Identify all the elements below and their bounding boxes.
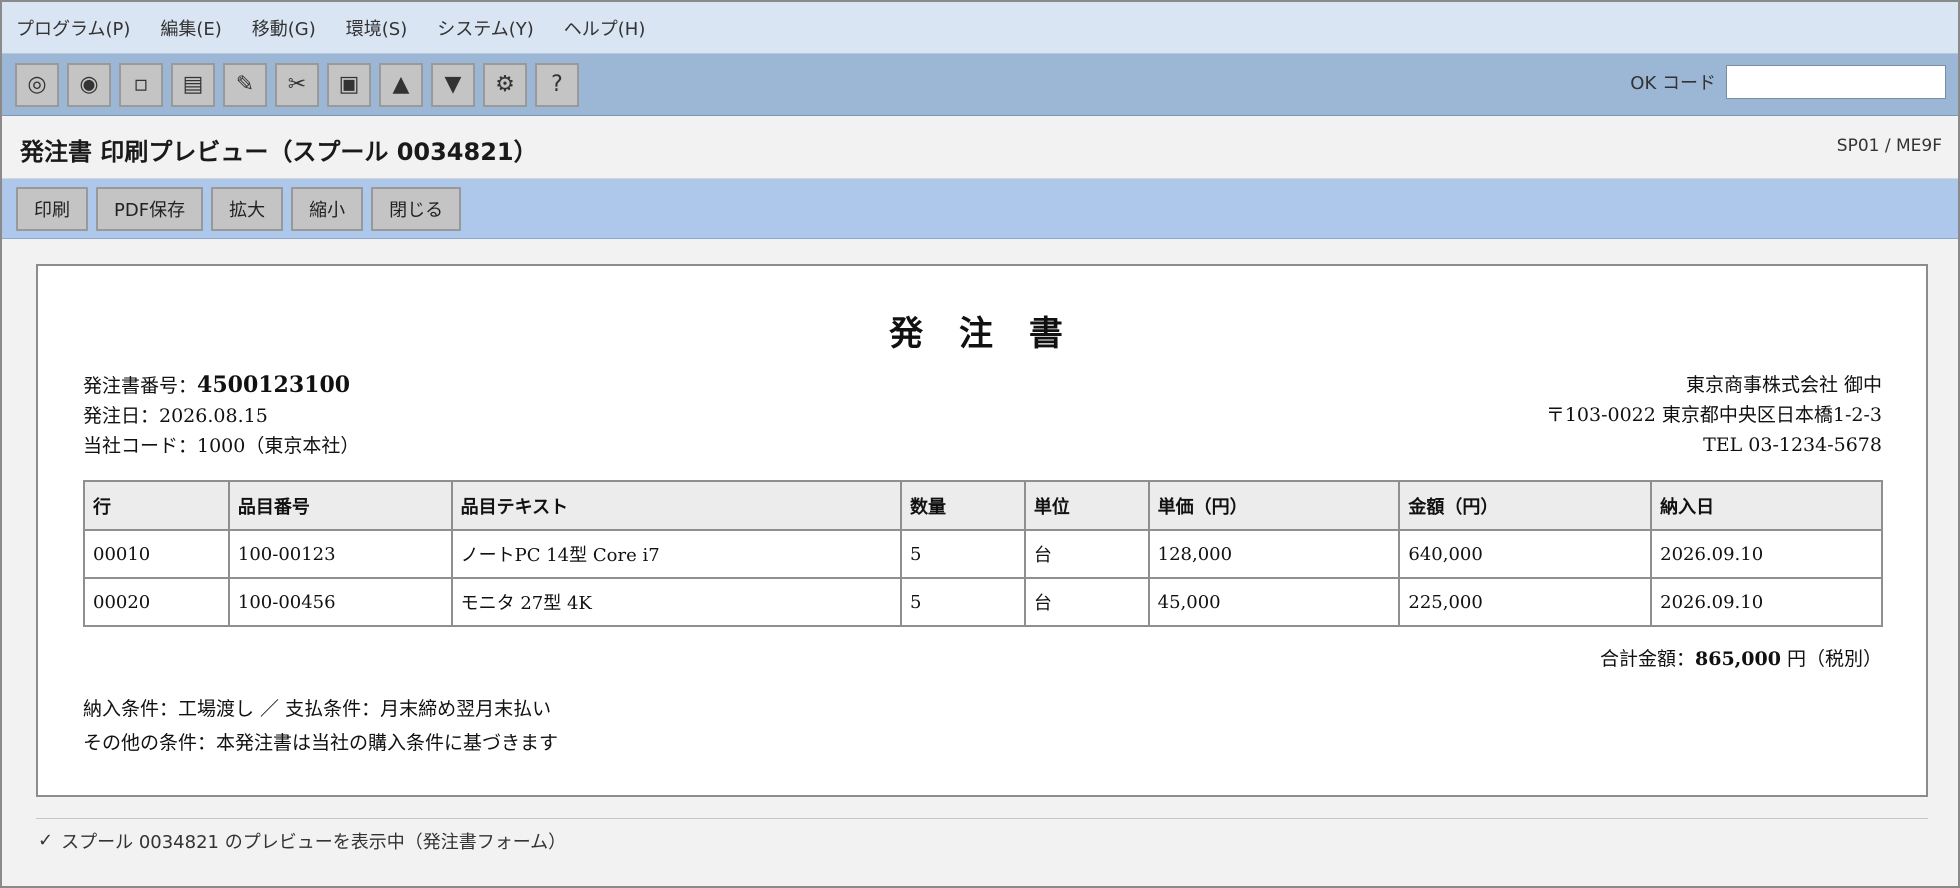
system-id: SP01 / ME9F bbox=[1836, 136, 1942, 156]
window-frame: プログラム(P) 編集(E) 移動(G) 環境(S) システム(Y) ヘルプ(H… bbox=[0, 0, 1960, 888]
menu-edit[interactable]: 編集(E) bbox=[160, 15, 221, 41]
col-material: 品目番号 bbox=[227, 480, 453, 531]
okcode-label: OK コード bbox=[1630, 73, 1716, 94]
menu-settings[interactable]: 環境(S) bbox=[346, 15, 407, 41]
print-button[interactable]: 印刷 bbox=[16, 186, 88, 231]
vendor-info: 東京商事株式会社 御中 〒103-0022 東京都中央区日本橋1-2-3 TEL… bbox=[1546, 370, 1882, 460]
cut-button[interactable]: ✂ bbox=[275, 62, 319, 107]
col-quantity: 数量 bbox=[899, 480, 1026, 531]
close-button[interactable]: 閉じる bbox=[371, 186, 462, 231]
cell-amount: 640,000 bbox=[1398, 529, 1653, 579]
list-icon: ▤ bbox=[182, 72, 204, 97]
po-label: 発注書番号： bbox=[83, 375, 198, 397]
page-down-button[interactable]: ▼ bbox=[431, 62, 475, 107]
save-button[interactable]: ◉ bbox=[67, 62, 111, 107]
gear-icon: ⚙ bbox=[495, 72, 515, 97]
cell-unit-price: 45,000 bbox=[1147, 577, 1401, 627]
page-title: 発注書 印刷プレビュー（スプール 0034821） bbox=[20, 138, 538, 166]
menu-goto[interactable]: 移動(G) bbox=[252, 15, 316, 41]
title-bar: 発注書 印刷プレビュー（スプール 0034821） SP01 / ME9F bbox=[2, 116, 1958, 179]
menu-program[interactable]: プログラム(P) bbox=[16, 15, 130, 41]
zoom-in-button[interactable]: 拡大 bbox=[211, 186, 284, 231]
col-unit-price: 単価（円） bbox=[1147, 480, 1401, 531]
cell-line: 00020 bbox=[83, 577, 230, 627]
cell-delivery-date: 2026.09.10 bbox=[1650, 577, 1883, 627]
save-icon: ◉ bbox=[79, 72, 99, 97]
list-button[interactable]: ▤ bbox=[171, 62, 215, 107]
cell-line: 00010 bbox=[83, 529, 230, 579]
order-info: 発注書番号：4500123100 発注日：2026.08.15 当社コード：10… bbox=[83, 370, 359, 461]
help-button[interactable]: ? bbox=[535, 62, 579, 107]
cell-description: ノートPC 14型 Core i7 bbox=[450, 529, 902, 579]
pencil-icon: ✎ bbox=[235, 72, 255, 97]
cell-unit: 台 bbox=[1023, 577, 1150, 627]
menu-help[interactable]: ヘルプ(H) bbox=[564, 15, 646, 41]
cell-description: モニタ 27型 4K bbox=[450, 577, 902, 627]
table-row: 00010 100-00123 ノートPC 14型 Core i7 5 台 12… bbox=[83, 529, 1883, 579]
total-label: 合計金額： bbox=[1600, 648, 1696, 670]
okcode-input[interactable] bbox=[1726, 65, 1946, 99]
new-icon: ▫ bbox=[133, 72, 149, 97]
cell-delivery-date: 2026.09.10 bbox=[1650, 529, 1883, 579]
cell-quantity: 5 bbox=[899, 577, 1026, 627]
triangle-down-icon: ▼ bbox=[444, 72, 462, 97]
cell-unit-price: 128,000 bbox=[1147, 529, 1401, 579]
edit-button[interactable]: ✎ bbox=[223, 62, 267, 107]
document-title: 発 注 書 bbox=[889, 314, 1075, 354]
check-icon: ✓ bbox=[38, 830, 54, 851]
cell-unit: 台 bbox=[1023, 529, 1150, 579]
total-amount: 865,000 bbox=[1695, 648, 1781, 670]
po-number: 4500123100 bbox=[197, 372, 351, 398]
col-line: 行 bbox=[83, 480, 230, 531]
enter-button[interactable]: ◎ bbox=[15, 62, 59, 107]
status-text: スプール 0034821 のプレビューを表示中（発注書フォーム） bbox=[61, 831, 567, 853]
terms: 納入条件：工場渡し ／ 支払条件：月末締め翌月末払い その他の条件：本発注書は当… bbox=[83, 692, 558, 760]
frame-icon: ▣ bbox=[338, 72, 360, 97]
system-toolbar: ◎ ◉ ▫ ▤ ✎ ✂ ▣ ▲ ▼ ⚙ ? OK コード bbox=[2, 54, 1958, 116]
table-header-row: 行 品目番号 品目テキスト 数量 単位 単価（円） 金額（円） 納入日 bbox=[83, 480, 1883, 531]
new-button[interactable]: ▫ bbox=[119, 62, 163, 107]
page-up-button[interactable]: ▲ bbox=[379, 62, 423, 107]
cell-material: 100-00123 bbox=[227, 529, 453, 579]
other-terms: その他の条件：本発注書は当社の購入条件に基づきます bbox=[83, 732, 559, 754]
vendor-address: 〒103-0022 東京都中央区日本橋1-2-3 bbox=[1545, 404, 1882, 426]
order-date: 発注日：2026.08.15 bbox=[83, 405, 268, 427]
okcode-group: OK コード bbox=[1630, 65, 1946, 99]
pdf-save-button[interactable]: PDF保存 bbox=[96, 186, 204, 231]
col-delivery-date: 納入日 bbox=[1650, 480, 1883, 531]
triangle-up-icon: ▲ bbox=[392, 72, 410, 97]
menu-bar: プログラム(P) 編集(E) 移動(G) 環境(S) システム(Y) ヘルプ(H… bbox=[2, 2, 1958, 54]
application-toolbar: 印刷 PDF保存 拡大 縮小 閉じる bbox=[2, 179, 1958, 239]
delivery-payment-terms: 納入条件：工場渡し ／ 支払条件：月末締め翌月末払い bbox=[83, 698, 552, 720]
enter-icon: ◎ bbox=[27, 72, 47, 97]
document-preview: 発 注 書 発注書番号：4500123100 発注日：2026.08.15 当社… bbox=[36, 264, 1928, 797]
layout-button[interactable]: ▣ bbox=[327, 62, 371, 107]
zoom-out-button[interactable]: 縮小 bbox=[291, 186, 364, 231]
cell-material: 100-00456 bbox=[227, 577, 453, 627]
cell-amount: 225,000 bbox=[1398, 577, 1653, 627]
vendor-tel: TEL 03-1234-5678 bbox=[1703, 434, 1882, 456]
po-number-line: 発注書番号：4500123100 bbox=[83, 370, 359, 401]
menu-system[interactable]: システム(Y) bbox=[437, 15, 534, 41]
col-amount: 金額（円） bbox=[1398, 480, 1653, 531]
vendor-name: 東京商事株式会社 御中 bbox=[1685, 374, 1882, 396]
company-code: 当社コード：1000（東京本社） bbox=[83, 435, 360, 457]
cell-quantity: 5 bbox=[899, 529, 1026, 579]
status-bar: ✓ スプール 0034821 のプレビューを表示中（発注書フォーム） bbox=[36, 818, 1928, 862]
question-icon: ? bbox=[551, 72, 563, 97]
table-row: 00020 100-00456 モニタ 27型 4K 5 台 45,000 22… bbox=[83, 577, 1883, 627]
total-suffix: 円（税別） bbox=[1780, 648, 1882, 670]
items-table: 行 品目番号 品目テキスト 数量 単位 単価（円） 金額（円） 納入日 0001… bbox=[83, 480, 1883, 627]
settings-button[interactable]: ⚙ bbox=[483, 62, 527, 107]
total-line: 合計金額：865,000 円（税別） bbox=[1600, 644, 1882, 671]
scissors-icon: ✂ bbox=[287, 72, 307, 97]
col-description: 品目テキスト bbox=[450, 480, 902, 531]
col-unit: 単位 bbox=[1023, 480, 1150, 531]
